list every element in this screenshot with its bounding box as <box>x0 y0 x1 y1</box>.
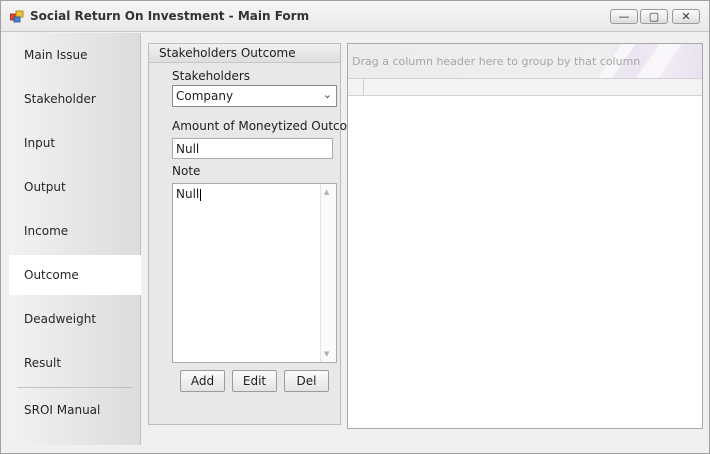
nav-divider <box>17 387 133 388</box>
window-title: Social Return On Investment - Main Form <box>30 9 310 23</box>
close-button[interactable]: ✕ <box>672 9 700 24</box>
maximize-icon: ▢ <box>648 10 660 23</box>
panel-header: Stakeholders Outcome <box>149 44 340 63</box>
close-icon: ✕ <box>681 10 691 23</box>
nav-item-input[interactable]: Input <box>9 123 141 163</box>
text-caret <box>200 188 202 201</box>
maximize-button[interactable]: ▢ <box>640 9 668 24</box>
column-header-row[interactable] <box>348 78 702 96</box>
scroll-down-icon[interactable]: ▼ <box>324 350 329 358</box>
minimize-button[interactable]: — <box>610 9 638 24</box>
main-window: Social Return On Investment - Main Form … <box>0 0 710 454</box>
outcome-grid[interactable]: Drag a column header here to group by th… <box>347 43 703 429</box>
nav-item-stakeholder[interactable]: Stakeholder <box>9 79 141 119</box>
navigation-sidebar: Main Issue Stakeholder Input Output Inco… <box>9 33 141 445</box>
note-value: Null <box>176 187 200 201</box>
delete-button[interactable]: Del <box>284 370 329 392</box>
edit-button[interactable]: Edit <box>232 370 277 392</box>
nav-item-output[interactable]: Output <box>9 167 141 207</box>
group-by-panel[interactable]: Drag a column header here to group by th… <box>348 44 702 78</box>
note-textarea[interactable]: Null ▲ ▼ <box>172 183 337 363</box>
title-bar[interactable]: Social Return On Investment - Main Form … <box>1 1 709 32</box>
stakeholders-outcome-panel: Stakeholders Outcome Stakeholders Compan… <box>148 43 366 425</box>
stakeholders-value: Company <box>176 89 234 103</box>
nav-item-outcome[interactable]: Outcome <box>9 255 141 295</box>
add-button[interactable]: Add <box>180 370 225 392</box>
app-icon <box>10 10 24 23</box>
amount-label: Amount of Moneytized Outcome <box>172 119 367 133</box>
nav-item-result[interactable]: Result <box>9 343 141 383</box>
minimize-icon: — <box>618 10 630 23</box>
nav-item-sroi-manual[interactable]: SROI Manual <box>9 390 141 430</box>
nav-item-main-issue[interactable]: Main Issue <box>9 35 141 75</box>
group-panel-hint: Drag a column header here to group by th… <box>352 55 641 68</box>
nav-item-income[interactable]: Income <box>9 211 141 251</box>
note-label: Note <box>172 164 201 178</box>
chevron-down-icon[interactable]: ⌄ <box>323 88 332 101</box>
amount-input[interactable]: Null <box>172 138 333 159</box>
amount-value: Null <box>176 142 200 156</box>
stakeholders-combobox[interactable]: Company ⌄ <box>172 85 337 107</box>
stakeholders-label: Stakeholders <box>172 69 251 83</box>
nav-item-deadweight[interactable]: Deadweight <box>9 299 141 339</box>
scroll-up-icon[interactable]: ▲ <box>324 188 329 196</box>
row-indicator-header <box>348 79 364 95</box>
note-scrollbar[interactable]: ▲ ▼ <box>320 184 336 362</box>
